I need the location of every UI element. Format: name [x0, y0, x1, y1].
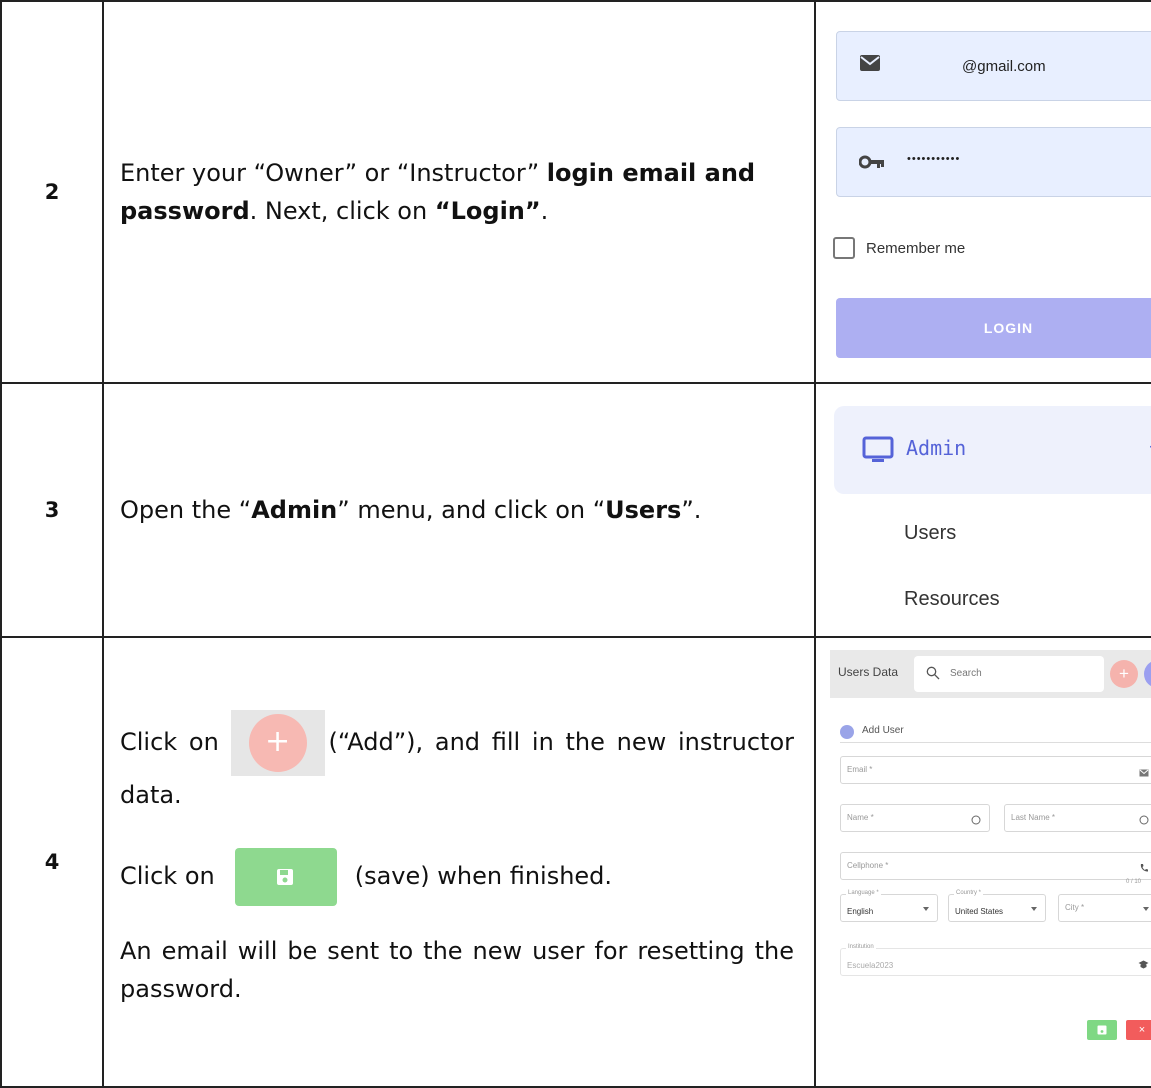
admin-menu-screenshot: Admin – Users Resources	[814, 382, 1151, 638]
school-icon	[1138, 956, 1149, 974]
mail-icon	[859, 54, 881, 76]
phone-icon	[1139, 860, 1149, 878]
step-row-2: 2 Enter your “Owner” or “Instructor” log…	[0, 0, 1151, 384]
mail-icon	[1139, 764, 1149, 782]
dialog-title: Add User	[862, 725, 904, 736]
refresh-button[interactable]: C	[1144, 660, 1151, 688]
instruction-text: ” menu, and click on “	[337, 496, 606, 524]
instruction-text: . Next, click on	[249, 197, 435, 225]
search-placeholder: Search	[950, 668, 982, 679]
last-name-input-label: Last Name *	[1011, 813, 1056, 822]
password-field[interactable]: •••••••••••	[836, 127, 1151, 197]
menu-item-users[interactable]: Users	[904, 522, 956, 545]
save-button[interactable]	[1087, 1020, 1117, 1040]
search-icon	[926, 666, 940, 685]
instruction-text: (“Add”), and fill in the new instructor …	[120, 728, 794, 809]
last-name-input[interactable]: Last Name *	[1004, 804, 1151, 832]
menu-item-resources[interactable]: Resources	[904, 588, 1000, 611]
institution-value: Escuela2023	[847, 961, 894, 970]
city-label: City *	[1065, 903, 1085, 912]
chevron-down-icon	[1031, 907, 1037, 911]
name-input-label: Name *	[847, 813, 874, 822]
save-button-image	[234, 848, 337, 906]
email-input[interactable]: Email *	[840, 756, 1151, 784]
key-icon	[858, 154, 885, 173]
instruction-text: Click on	[120, 862, 215, 890]
country-select[interactable]: Country * United States	[948, 890, 1046, 922]
instruction-paragraph: Click on (save) when finished.	[120, 848, 794, 906]
cancel-button[interactable]: ×	[1126, 1020, 1151, 1040]
cellphone-counter: 0 / 10	[1126, 879, 1142, 885]
add-user-screenshot: Users Data Search + C Add User × Email *	[814, 636, 1151, 1088]
email-input-label: Email *	[847, 765, 873, 774]
language-label: Language *	[846, 890, 881, 896]
language-value: English	[847, 907, 874, 916]
monitor-icon	[862, 436, 894, 468]
step-instructions: Enter your “Owner” or “Instructor” login…	[102, 0, 816, 384]
plus-icon: +	[248, 714, 307, 772]
users-data-title: Users Data	[838, 665, 899, 679]
add-button-image: +	[230, 710, 325, 776]
face-icon	[1139, 812, 1149, 830]
cellphone-input[interactable]: Cellphone *	[840, 852, 1151, 880]
city-select[interactable]: City *	[1058, 894, 1151, 922]
face-icon	[971, 812, 981, 830]
chevron-down-icon	[923, 907, 929, 911]
email-note: An email will be sent to the new user fo…	[120, 937, 794, 1003]
instruction-text: ”.	[681, 496, 702, 524]
instruction-paragraph: Click on + (“Add”), and fill in the new i…	[120, 710, 794, 814]
institution-input[interactable]: Institution Escuela2023	[840, 944, 1151, 976]
email-value: @gmail.com	[962, 58, 1046, 75]
remember-me-label: Remember me	[866, 240, 966, 257]
step-row-3: 3 Open the “Admin” menu, and click on “U…	[0, 382, 1151, 638]
steps-table: 2 Enter your “Owner” or “Instructor” log…	[0, 0, 1151, 1088]
search-input[interactable]: Search	[914, 656, 1104, 692]
add-user-dialog-mock: Users Data Search + C Add User × Email *	[830, 650, 1151, 1060]
login-screenshot: @gmail.com ••••••••••• Remember me LOGIN	[814, 0, 1151, 384]
floppy-icon	[276, 869, 293, 885]
divider	[840, 742, 1151, 743]
instruction-text: Enter your “Owner” or “Instructor”	[120, 159, 547, 187]
login-button[interactable]: LOGIN	[836, 298, 1151, 358]
instruction-bold-text: Users	[605, 496, 682, 524]
name-input[interactable]: Name *	[840, 804, 990, 832]
step-number: 2	[0, 0, 104, 384]
instruction-text: Click on	[120, 728, 219, 756]
users-data-header: Users Data Search + C	[830, 650, 1151, 698]
password-value: •••••••••••	[907, 153, 961, 165]
chevron-down-icon	[1143, 907, 1149, 911]
step-row-4: 4 Click on + (“Add”), and fill in the new…	[0, 636, 1151, 1088]
step-number: 3	[0, 382, 104, 638]
instruction-bold-text: Admin	[251, 496, 338, 524]
admin-menu-label: Admin	[906, 436, 967, 460]
step-instructions: Open the “Admin” menu, and click on “Use…	[102, 382, 816, 638]
remember-me-checkbox[interactable]	[833, 237, 855, 259]
email-field[interactable]: @gmail.com	[836, 31, 1151, 101]
country-label: Country *	[954, 890, 984, 896]
country-value: United States	[955, 907, 1004, 916]
institution-label: Institution	[846, 944, 876, 950]
language-select[interactable]: Language * English	[840, 890, 938, 922]
instruction-bold-text: “Login”	[434, 197, 541, 225]
step-instructions: Click on + (“Add”), and fill in the new i…	[102, 636, 816, 1088]
cellphone-input-label: Cellphone *	[847, 861, 889, 870]
app-logo-icon	[840, 725, 854, 739]
floppy-icon	[1097, 1025, 1107, 1035]
step-number: 4	[0, 636, 104, 1088]
instruction-text: .	[540, 197, 549, 225]
add-button[interactable]: +	[1110, 660, 1138, 688]
instruction-text: Open the “	[120, 496, 252, 524]
admin-menu-header[interactable]: Admin –	[834, 406, 1151, 494]
instruction-text: (save) when finished.	[354, 862, 613, 890]
